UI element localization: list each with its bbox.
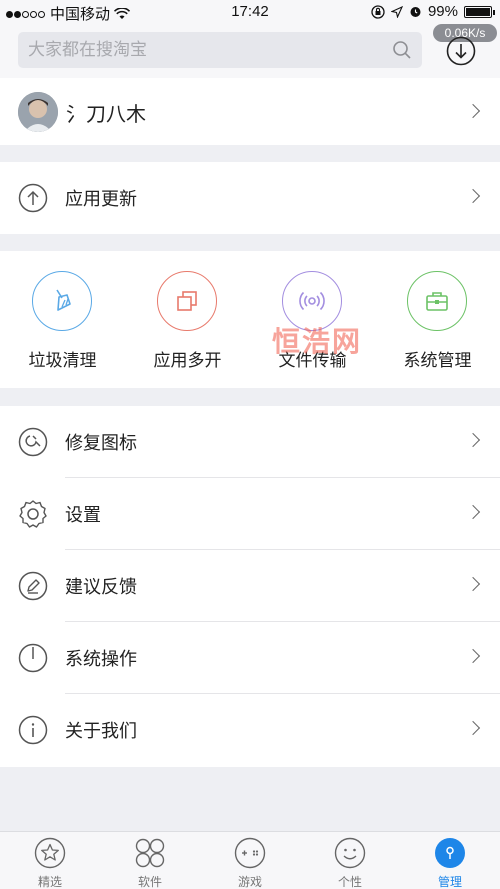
chevron-right-icon: [465, 576, 481, 592]
menu-item-label: 关于我们: [65, 721, 137, 741]
menu-item-label: 修复图标: [65, 433, 137, 453]
tool-system-manage[interactable]: 系统管理: [375, 251, 500, 388]
chevron-right-icon: [465, 188, 481, 204]
star-icon: [34, 837, 66, 869]
menu-item-label: 建议反馈: [65, 577, 137, 597]
power-icon: [18, 643, 48, 673]
smiley-icon: [334, 837, 366, 869]
chevron-right-icon: [465, 648, 481, 664]
chevron-right-icon: [465, 432, 481, 448]
repair-icon: [18, 427, 48, 457]
avatar: [18, 92, 58, 132]
apps-grid-icon: [135, 838, 165, 868]
chevron-right-icon: [465, 504, 481, 520]
tool-label: 系统管理: [403, 351, 472, 370]
tools-grid: 垃圾清理 应用多开 文件传输 系统管理: [0, 251, 500, 388]
tab-personalize[interactable]: 个性: [300, 832, 400, 889]
menu-item-label: 设置: [65, 505, 101, 525]
app-update-row[interactable]: 应用更新: [0, 162, 500, 234]
tool-label: 应用多开: [153, 351, 222, 370]
chevron-right-icon: [465, 720, 481, 736]
bottom-tab-bar: 精选 软件 游戏 个性 管理: [0, 831, 500, 889]
menu-item-settings[interactable]: 设置: [0, 478, 500, 550]
multi-window-icon: [157, 271, 217, 331]
info-icon: [18, 715, 48, 745]
download-manager-button[interactable]: [446, 36, 476, 66]
rotation-lock-icon: [371, 4, 385, 19]
search-icon: [393, 41, 411, 59]
search-input[interactable]: 大家都在搜淘宝: [18, 32, 422, 68]
manage-icon: [435, 838, 465, 868]
status-bar: 中国移动 17:42 99%: [0, 0, 500, 24]
battery-percent: 99%: [427, 3, 458, 20]
toolbox-icon: [407, 271, 467, 331]
menu-item-repair-icons[interactable]: 修复图标: [0, 406, 500, 478]
tab-label: 游戏: [237, 875, 262, 889]
tab-games[interactable]: 游戏: [200, 832, 300, 889]
tool-junk-clean[interactable]: 垃圾清理: [0, 251, 125, 388]
tab-manage[interactable]: 管理: [400, 832, 500, 889]
tab-label: 精选: [37, 875, 62, 889]
edit-icon: [18, 571, 48, 601]
chevron-right-icon: [465, 103, 481, 119]
location-icon: [390, 5, 403, 18]
profile-name: 氵刀八木: [66, 104, 146, 126]
search-header: 大家都在搜淘宝 0.06K/s: [0, 24, 500, 78]
tool-label: 垃圾清理: [28, 351, 97, 370]
tab-label: 个性: [337, 875, 362, 889]
tool-file-transfer[interactable]: 文件传输: [250, 251, 375, 388]
profile-row[interactable]: 氵刀八木: [0, 78, 500, 145]
tab-featured[interactable]: 精选: [0, 832, 100, 889]
broom-icon: [32, 271, 92, 331]
menu-item-feedback[interactable]: 建议反馈: [0, 550, 500, 622]
upload-arrow-icon: [18, 183, 48, 213]
tab-label: 管理: [437, 875, 462, 889]
gear-icon: [19, 500, 47, 528]
tool-multi-app[interactable]: 应用多开: [125, 251, 250, 388]
app-screen: 中国移动 17:42 99% 大家都在搜淘宝 0.06K/s 氵刀八木 应用更新…: [0, 0, 500, 889]
gamepad-icon: [234, 837, 266, 869]
tab-software[interactable]: 软件: [100, 832, 200, 889]
menu-item-system-ops[interactable]: 系统操作: [0, 622, 500, 694]
settings-menu: 修复图标 设置 建议反馈 系统操作 关于我们: [0, 406, 500, 767]
app-update-label: 应用更新: [65, 189, 137, 209]
menu-item-label: 系统操作: [65, 649, 137, 669]
alarm-icon: [410, 7, 421, 17]
search-placeholder: 大家都在搜淘宝: [28, 40, 147, 59]
battery-icon: [464, 5, 495, 18]
signal-transfer-icon: [282, 271, 342, 331]
tab-label: 软件: [137, 875, 162, 889]
tool-label: 文件传输: [278, 351, 347, 370]
menu-item-about[interactable]: 关于我们: [0, 694, 500, 766]
